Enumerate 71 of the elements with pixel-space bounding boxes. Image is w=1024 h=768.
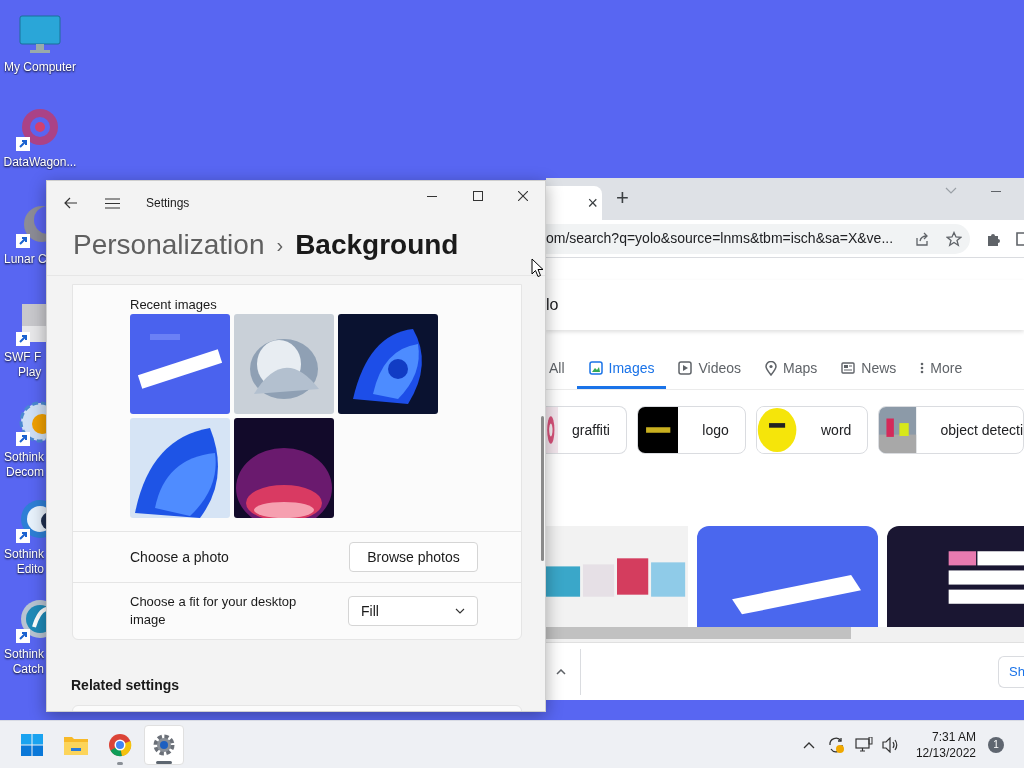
suggestion-chip[interactable]: logo — [636, 406, 746, 454]
menu-icon[interactable] — [105, 197, 120, 209]
desktop-label: Sothink — [4, 450, 45, 465]
suggestion-chip[interactable]: object detecti — [878, 406, 1024, 454]
search-tab[interactable]: More — [908, 350, 975, 389]
scrollbar-thumb[interactable] — [541, 416, 544, 561]
desktop-label: Sothink — [4, 647, 45, 662]
running-indicator — [156, 760, 172, 764]
network-icon[interactable] — [854, 736, 873, 753]
desktop-label: SWF F — [4, 350, 42, 365]
chevron-up-icon[interactable] — [802, 740, 815, 749]
search-tab[interactable]: All — [546, 350, 577, 389]
tab-close-button[interactable]: × — [587, 189, 598, 217]
maximize-icon[interactable] — [473, 191, 483, 201]
running-indicator — [117, 761, 123, 765]
new-tab-button[interactable]: + — [616, 181, 629, 214]
share-icon[interactable] — [914, 230, 930, 247]
clock[interactable]: 7:31 AM 12/13/2022 — [915, 728, 976, 761]
search-field[interactable]: lo — [546, 280, 1024, 330]
browse-photos-button[interactable]: Browse photos — [349, 542, 478, 572]
browser-icon — [108, 732, 132, 757]
taskbar-app[interactable] — [144, 724, 184, 765]
news-icon — [841, 362, 856, 374]
search-tab[interactable]: News — [829, 350, 909, 389]
suggestion-chip[interactable]: word — [755, 406, 869, 454]
desktop-label: Lunar C — [4, 252, 46, 267]
browser-tab[interactable]: × — [546, 186, 602, 220]
section-label: Recent images — [130, 297, 218, 313]
desktop-label: Catch — [12, 662, 45, 677]
sidebar-icon[interactable] — [1016, 230, 1024, 247]
volume-icon[interactable] — [881, 736, 900, 753]
notification-badge[interactable]: 1 — [988, 736, 1004, 753]
scrollbar-thumb[interactable] — [546, 627, 851, 639]
play-icon — [678, 361, 693, 375]
desktop-shortcut[interactable]: DataWagon... — [0, 105, 80, 170]
desktop-label: DataWagon... — [3, 155, 77, 170]
search-tab[interactable]: Images — [576, 350, 667, 389]
page-title: Background — [295, 231, 459, 259]
pin-icon — [765, 360, 778, 376]
date-text: 12/13/2022 — [915, 744, 976, 761]
desktop-label: Sothink — [4, 547, 45, 562]
more-icon — [920, 362, 925, 374]
desktop-shortcut[interactable]: My Computer — [0, 10, 80, 75]
setting-label: Choose a fit for your desktop image — [130, 593, 298, 629]
setting-label: Choose a photo — [130, 547, 230, 567]
desktop-label: My Computer — [4, 60, 76, 75]
window-title: Settings — [146, 195, 190, 212]
search-tab[interactable]: Maps — [753, 350, 830, 389]
back-icon[interactable] — [64, 197, 78, 209]
chevron-down-icon — [455, 608, 465, 614]
search-tab[interactable]: Videos — [666, 350, 754, 389]
desktop-label: Play — [18, 365, 42, 380]
time-text: 7:31 AM — [931, 728, 976, 745]
gear-icon — [152, 732, 176, 757]
desktop-label: Decom — [6, 465, 45, 480]
breadcrumb-separator: › — [276, 235, 284, 255]
section-heading: Related settings — [71, 676, 181, 695]
windows-icon — [21, 733, 43, 756]
sync-icon[interactable] — [826, 735, 845, 754]
image-icon — [588, 361, 603, 375]
breadcrumb-link[interactable]: Personalization — [73, 231, 265, 259]
close-icon[interactable] — [518, 191, 528, 201]
show-button[interactable]: Sh — [998, 655, 1024, 688]
suggestion-chip[interactable]: graffiti — [546, 406, 627, 454]
desktop-label: Edito — [16, 562, 45, 577]
minimize-icon[interactable] — [427, 196, 437, 198]
star-icon[interactable] — [946, 230, 962, 247]
chevron-up-icon[interactable] — [556, 668, 566, 675]
address-bar[interactable]: om/search?q=yolo&source=lnms&tbm=isch&sa=X&ve... — [546, 223, 970, 254]
url-text: om/search?q=yolo&source=lnms&tbm=isch&sa=X&ve... — [546, 229, 895, 248]
fit-dropdown[interactable]: Fill — [348, 596, 478, 626]
